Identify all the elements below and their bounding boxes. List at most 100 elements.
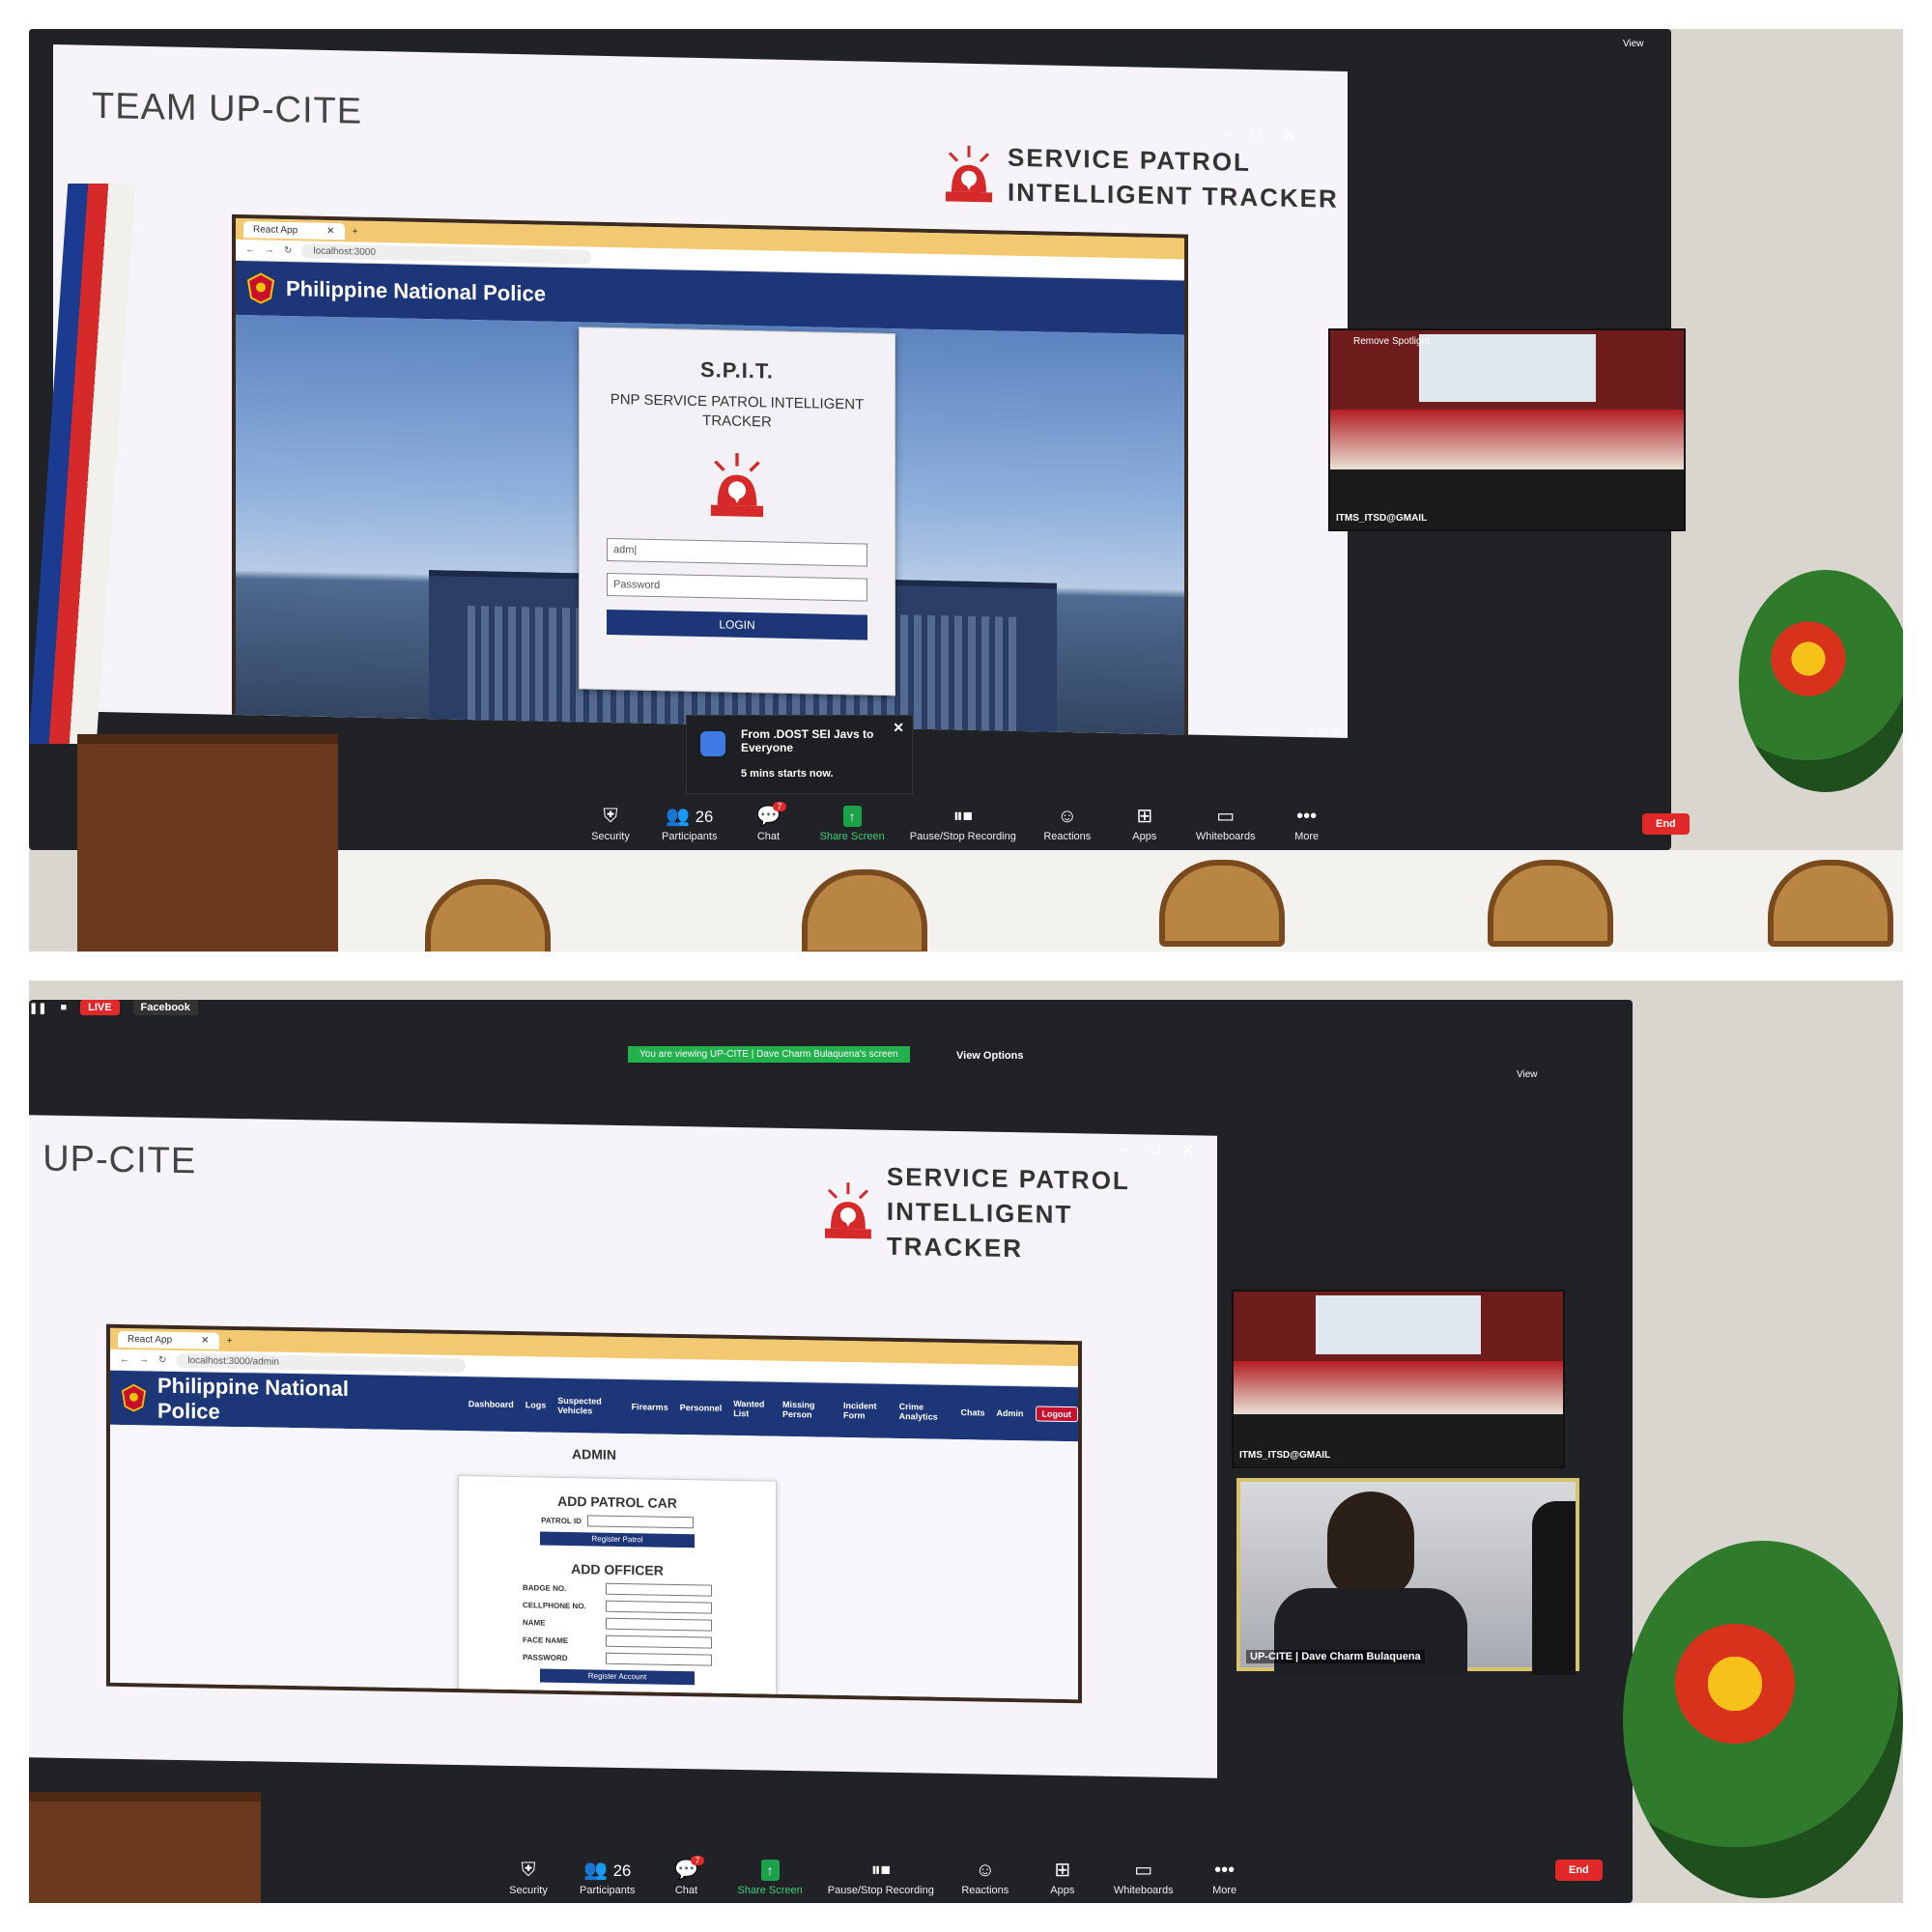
podium xyxy=(29,1792,261,1903)
password-input[interactable] xyxy=(606,1652,712,1666)
close-icon[interactable]: ✕ xyxy=(1181,1141,1194,1160)
badge-no-input[interactable] xyxy=(606,1582,712,1597)
more-button[interactable]: ••• More xyxy=(1199,1860,1251,1896)
window-controls: – □ ✕ xyxy=(1121,1141,1194,1160)
window-controls: – □ ✕ xyxy=(1222,126,1295,145)
reactions-button[interactable]: ☺ Reactions xyxy=(959,1860,1011,1896)
share-screen-button[interactable]: ↑ Share Screen xyxy=(737,1860,803,1896)
security-button[interactable]: ⛨ Security xyxy=(584,806,637,842)
more-icon: ••• xyxy=(1214,1860,1236,1881)
view-options-button[interactable]: View Options xyxy=(956,1050,1023,1062)
name-input[interactable] xyxy=(606,1617,712,1632)
apps-button[interactable]: ⊞ Apps xyxy=(1119,806,1171,842)
view-button[interactable]: View xyxy=(1517,1069,1538,1080)
second-person xyxy=(1532,1501,1576,1675)
badge-no-row: BADGE NO. xyxy=(459,1580,776,1598)
end-meeting-button[interactable]: End xyxy=(1555,1860,1603,1881)
shield-icon: ⛨ xyxy=(521,1860,536,1881)
whiteboards-button[interactable]: ▭ Whiteboards xyxy=(1196,806,1256,842)
tab-close-icon[interactable]: ✕ xyxy=(201,1335,209,1346)
patrol-id-row: PATROL ID xyxy=(459,1513,776,1530)
facebook-stream-button[interactable]: Facebook xyxy=(132,1000,198,1015)
chat-notification[interactable]: ✕ From .DOST SEI Javs to Everyone 5 mins… xyxy=(686,715,913,794)
minimize-icon[interactable]: – xyxy=(1222,126,1231,145)
chat-badge: 7 xyxy=(691,1856,704,1865)
close-icon[interactable]: ✕ xyxy=(1283,126,1295,145)
siren-icon xyxy=(946,145,992,203)
tab-close-icon[interactable]: ✕ xyxy=(327,225,334,236)
nav-admin[interactable]: Admin xyxy=(997,1408,1024,1418)
forward-icon[interactable]: → xyxy=(265,245,274,256)
back-icon[interactable]: ← xyxy=(120,1354,129,1365)
participant-thumbnail[interactable]: Remove Spotlight ITMS_ITSD@GMAIL xyxy=(1328,328,1686,531)
more-button[interactable]: ••• More xyxy=(1281,806,1333,842)
player-time: 0:04:30 xyxy=(1309,727,1342,739)
minimize-icon[interactable]: – xyxy=(1121,1141,1129,1160)
nav-dashboard[interactable]: Dashboard xyxy=(469,1399,514,1409)
org-name: Philippine National Police xyxy=(286,276,546,306)
register-account-button[interactable]: Register Account xyxy=(540,1668,695,1686)
login-button[interactable]: LOGIN xyxy=(607,609,867,640)
nav-personnel[interactable]: Personnel xyxy=(680,1403,723,1413)
whiteboards-button[interactable]: ▭ Whiteboards xyxy=(1114,1860,1174,1896)
security-button[interactable]: ⛨ Security xyxy=(502,1860,554,1896)
cellphone-no-input[interactable] xyxy=(606,1600,712,1614)
forward-icon[interactable]: → xyxy=(139,1354,149,1365)
maximize-icon[interactable]: □ xyxy=(1151,1141,1160,1160)
nav-crime-analytics[interactable]: Crime Analytics xyxy=(899,1402,950,1422)
nav-wanted-list[interactable]: Wanted List xyxy=(733,1399,771,1419)
reactions-button[interactable]: ☺ Reactions xyxy=(1041,806,1094,842)
url-field[interactable]: localhost:3000 xyxy=(301,243,592,265)
participants-button[interactable]: 👥 26 Participants xyxy=(662,806,717,842)
back-icon[interactable]: ← xyxy=(245,244,255,255)
browser-tab[interactable]: React App ✕ xyxy=(243,220,345,240)
recording-button[interactable]: ⏸⏹ Pause/Stop Recording xyxy=(828,1860,934,1896)
register-patrol-button[interactable]: Register Patrol xyxy=(540,1531,695,1548)
participants-button[interactable]: 👥 26 Participants xyxy=(580,1860,635,1896)
browser-tab[interactable]: React App ✕ xyxy=(118,1330,219,1350)
new-tab-icon[interactable]: + xyxy=(227,1335,233,1346)
nav-suspected-vehicles[interactable]: Suspected Vehicles xyxy=(557,1396,619,1416)
tab-label: React App xyxy=(128,1333,173,1346)
remove-spotlight-tooltip[interactable]: Remove Spotlight xyxy=(1353,336,1430,347)
brand-line-1: SERVICE PATROL xyxy=(886,1161,1130,1196)
brand-line-2: INTELLIGENT TRACKER xyxy=(886,1196,1073,1264)
logout-button[interactable]: Logout xyxy=(1035,1406,1079,1423)
share-screen-button[interactable]: ↑ Share Screen xyxy=(819,806,885,842)
view-button[interactable]: View xyxy=(1623,39,1644,49)
new-tab-icon[interactable]: + xyxy=(353,226,358,237)
thumbnail-caption: ITMS_ITSD@GMAIL xyxy=(1239,1450,1331,1461)
recording-button[interactable]: ⏸⏹ Pause/Stop Recording xyxy=(910,806,1016,842)
people-icon: 👥 26 xyxy=(666,806,714,827)
login-card: S.P.I.T. PNP SERVICE PATROL INTELLIGENT … xyxy=(579,327,895,696)
live-badge: LIVE xyxy=(80,1000,120,1015)
reload-icon[interactable]: ↻ xyxy=(158,1355,166,1366)
monitor-screen: ❚❚ ■ LIVE Facebook You are viewing UP-CI… xyxy=(29,1000,1633,1903)
participant-thumbnail[interactable]: ITMS_ITSD@GMAIL xyxy=(1232,1290,1565,1468)
pause-icon[interactable]: ❚❚ xyxy=(29,1002,46,1014)
stop-icon[interactable]: ■ xyxy=(60,1002,67,1013)
nav-incident-form[interactable]: Incident Form xyxy=(843,1401,888,1421)
face-name-input[interactable] xyxy=(606,1634,712,1649)
monitor-screen: View TEAM UP-CITE SERVICE PATROL INTELLI… xyxy=(29,29,1690,850)
maximize-icon[interactable]: □ xyxy=(1252,126,1262,145)
username-field[interactable]: adm| xyxy=(607,537,867,567)
speaker-video-tile[interactable]: UP-CITE | Dave Charm Bulaquena xyxy=(1236,1478,1579,1675)
patrol-id-input[interactable] xyxy=(586,1515,694,1529)
password-field[interactable]: Password xyxy=(607,572,867,602)
chat-button[interactable]: 💬 7 Chat xyxy=(660,1856,712,1896)
whiteboard-icon: ▭ xyxy=(1216,806,1236,827)
nav-logs[interactable]: Logs xyxy=(526,1400,547,1409)
chat-button[interactable]: 💬 7 Chat xyxy=(742,802,794,842)
more-icon: ••• xyxy=(1296,806,1318,827)
nav-chats[interactable]: Chats xyxy=(961,1407,985,1417)
close-icon[interactable]: ✕ xyxy=(893,720,904,736)
url-field[interactable]: localhost:3000/admin xyxy=(176,1352,467,1374)
apps-icon: ⊞ xyxy=(1136,806,1153,827)
nav-firearms[interactable]: Firearms xyxy=(632,1402,668,1412)
reload-icon[interactable]: ↻ xyxy=(284,245,292,256)
apps-button[interactable]: ⊞ Apps xyxy=(1037,1860,1089,1896)
nav-missing-person[interactable]: Missing Person xyxy=(782,1400,832,1420)
end-meeting-button[interactable]: End xyxy=(1642,813,1690,835)
stage-ledge xyxy=(319,850,1903,952)
